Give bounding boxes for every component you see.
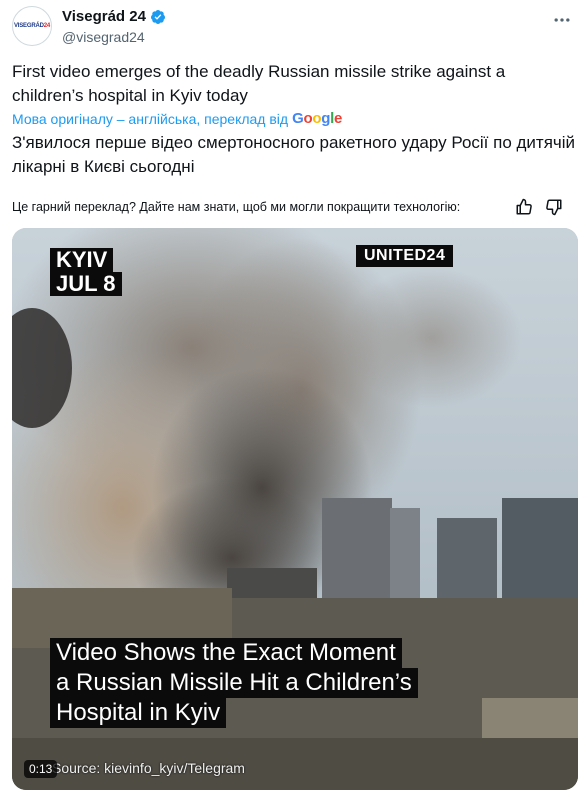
caption-line: Hospital in Kyiv — [50, 698, 227, 728]
video-player[interactable]: KYIV JUL 8 UNITED24 Video Shows the Exac… — [12, 228, 578, 790]
tweet-text-original: First video emerges of the deadly Russia… — [12, 62, 506, 105]
video-timestamp: 0:13 — [24, 760, 58, 778]
thumbs-down-icon[interactable] — [545, 198, 563, 216]
feedback-prompt: Це гарний переклад? Дайте нам знати, щоб… — [12, 200, 461, 214]
name-row: Visegrád 24 — [62, 8, 166, 25]
google-logo: Google — [292, 110, 343, 127]
translation-attribution: Мова оригіналу – англійська, переклад ві… — [12, 110, 342, 127]
video-caption: Video Shows the Exact Moment a Russian M… — [50, 638, 418, 728]
overlay-date: JUL 8 — [50, 272, 122, 296]
overlay-city: KYIV — [50, 248, 114, 272]
video-source: Source: kievinfo_kyiv/Telegram — [52, 760, 245, 776]
tweet-text-translated: З'явилося перше відео смертоносного раке… — [12, 133, 576, 176]
tweet-header: VISEGRÁD24 Visegrád 24 @visegrad24 — [12, 6, 572, 50]
handle[interactable]: @visegrad24 — [62, 29, 145, 45]
verified-badge-icon — [150, 9, 165, 24]
avatar[interactable]: VISEGRÁD24 — [12, 6, 52, 46]
show-original-link[interactable]: Мова оригіналу – англійська, переклад ві… — [12, 111, 288, 127]
display-name[interactable]: Visegrád 24 — [62, 8, 146, 25]
thumbs-up-icon[interactable] — [515, 198, 533, 216]
avatar-logo: VISEGRÁD24 — [13, 23, 51, 29]
caption-line: a Russian Missile Hit a Children’s — [50, 668, 418, 698]
caption-line: Video Shows the Exact Moment — [50, 638, 402, 668]
overlay-brand-logo: UNITED24 — [356, 245, 454, 267]
translation-feedback: Це гарний переклад? Дайте нам знати, щоб… — [12, 198, 572, 218]
more-options-icon[interactable] — [552, 10, 572, 30]
overlay-location: KYIV JUL 8 — [50, 248, 122, 296]
